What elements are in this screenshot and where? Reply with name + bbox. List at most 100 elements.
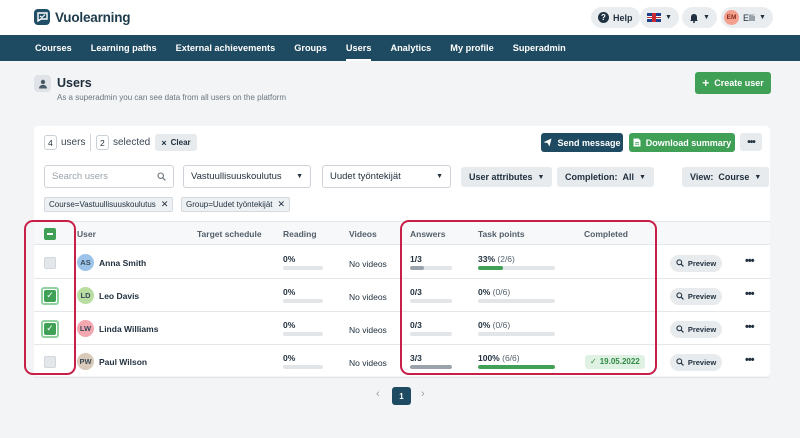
logo-mark-icon (34, 9, 50, 25)
reading-progress-bar (283, 331, 323, 336)
row-options-icon[interactable]: ••• (745, 255, 755, 267)
column-reading[interactable]: Reading (283, 229, 317, 239)
row-options-icon[interactable]: ••• (745, 288, 755, 300)
videos-value: No videos (349, 291, 387, 302)
create-user-button[interactable]: + Create user (695, 72, 771, 94)
chevron-down-icon: ▼ (639, 173, 646, 181)
nav-item-superadmin[interactable]: Superadmin (513, 35, 566, 61)
avatar: EM (724, 10, 739, 25)
nav-item-learning-paths[interactable]: Learning paths (91, 35, 157, 61)
remove-chip-icon[interactable]: ✕ (278, 199, 286, 210)
top-bar: Vuolearning ? Help ▼ ▼ EM Elli ▼ (0, 0, 800, 35)
preview-label: Preview (687, 324, 717, 334)
nav-item-external-achievements[interactable]: External achievements (176, 35, 276, 61)
preview-button[interactable]: Preview (670, 353, 722, 371)
clear-selection-button[interactable]: × Clear (155, 134, 197, 151)
more-dots-icon: ••• (747, 136, 755, 148)
help-button[interactable]: ? Help (591, 7, 640, 28)
preview-label: Preview (687, 291, 717, 301)
help-icon: ? (598, 12, 609, 23)
avatar: PW (77, 352, 94, 370)
user-attributes-select[interactable]: User attributes ▼ (461, 167, 553, 187)
uk-flag-icon (647, 13, 661, 22)
search-users-input[interactable]: Search users (44, 165, 174, 188)
chevron-down-icon: ▼ (436, 173, 443, 180)
completion-select[interactable]: Completion: All ▼ (557, 167, 654, 187)
nav-item-users[interactable]: Users (345, 35, 371, 61)
app-logo[interactable]: Vuolearning (34, 9, 131, 25)
search-icon (676, 259, 684, 267)
user-icon (34, 75, 51, 92)
preview-label: Preview (687, 258, 717, 268)
column-videos[interactable]: Videos (349, 229, 377, 239)
preview-button[interactable]: Preview (670, 254, 722, 272)
help-label: Help (613, 12, 633, 23)
next-page-icon[interactable]: › (421, 388, 425, 400)
nav-item-groups[interactable]: Groups (294, 35, 327, 61)
checkbox-column-highlight (24, 220, 76, 375)
course-select-value: Vastuullisuuskoulutus (191, 171, 282, 182)
user-name[interactable]: Paul Wilson (99, 357, 147, 367)
selected-label: selected (113, 137, 151, 148)
view-label: View: (690, 172, 714, 182)
preview-button[interactable]: Preview (670, 320, 722, 338)
plus-icon: + (702, 76, 710, 90)
row-options-icon[interactable]: ••• (745, 354, 755, 366)
more-options-button[interactable]: ••• (740, 133, 762, 151)
search-icon (157, 172, 166, 181)
preview-label: Preview (687, 357, 717, 367)
main-nav: Courses Learning paths External achievem… (0, 35, 800, 61)
chevron-down-icon: ▼ (703, 14, 710, 21)
chevron-down-icon: ▼ (665, 14, 672, 21)
user-name[interactable]: Anna Smith (99, 258, 146, 268)
row-options-icon[interactable]: ••• (745, 321, 755, 333)
filter-chip-course: Course=Vastuullisuuskoulutus ✕ (44, 197, 174, 212)
send-message-button[interactable]: Send message (541, 133, 623, 152)
clear-label: Clear (170, 138, 191, 147)
file-icon (633, 138, 641, 147)
send-icon (543, 138, 552, 147)
reading-progress-bar (283, 364, 323, 369)
nav-item-my-profile[interactable]: My profile (450, 35, 493, 61)
user-name[interactable]: Linda Williams (99, 324, 158, 334)
user-menu[interactable]: EM Elli ▼ (721, 7, 773, 28)
course-select[interactable]: Vastuullisuuskoulutus ▼ (183, 165, 311, 188)
download-summary-button[interactable]: Download summary (629, 133, 735, 152)
user-attributes-label: User attributes (469, 172, 533, 182)
previous-page-icon[interactable]: ‹ (376, 388, 380, 400)
user-name[interactable]: Leo Davis (99, 291, 139, 301)
reading-value: 0% (283, 253, 296, 264)
videos-value: No videos (349, 357, 387, 368)
divider (90, 134, 91, 151)
avatar: LD (77, 286, 94, 304)
completion-label: Completion: (565, 172, 618, 182)
row-divider (34, 377, 770, 378)
users-label: users (61, 137, 86, 148)
chevron-down-icon: ▼ (296, 173, 303, 180)
nav-item-courses[interactable]: Courses (35, 35, 72, 61)
page-subtitle: As a superadmin you can see data from al… (57, 93, 287, 102)
app-name: Vuolearning (55, 9, 131, 25)
language-select[interactable]: ▼ (640, 7, 679, 28)
chevron-down-icon: ▼ (759, 14, 766, 21)
user-name: Elli (743, 12, 756, 23)
page-title: Users (57, 76, 92, 90)
nav-item-analytics[interactable]: Analytics (390, 35, 431, 61)
selected-count: 2 (96, 135, 109, 150)
reading-progress-bar (283, 298, 323, 303)
preview-button[interactable]: Preview (670, 287, 722, 305)
reading-value: 0% (283, 286, 296, 297)
page-number-current[interactable]: 1 (392, 387, 411, 405)
view-select[interactable]: View: Course ▼ (682, 167, 770, 187)
notifications-button[interactable]: ▼ (682, 7, 717, 28)
send-message-label: Send message (557, 137, 621, 148)
view-value: Course (718, 172, 750, 182)
column-target-schedule[interactable]: Target schedule (197, 229, 262, 239)
search-icon (676, 358, 684, 366)
bell-icon (690, 13, 698, 23)
group-select[interactable]: Uudet työntekijät ▼ (322, 165, 451, 188)
column-user[interactable]: User (77, 229, 96, 239)
filter-chip-group: Group=Uudet työntekijät ✕ (181, 197, 291, 212)
remove-chip-icon[interactable]: ✕ (161, 199, 169, 210)
users-count: 4 (44, 135, 57, 150)
